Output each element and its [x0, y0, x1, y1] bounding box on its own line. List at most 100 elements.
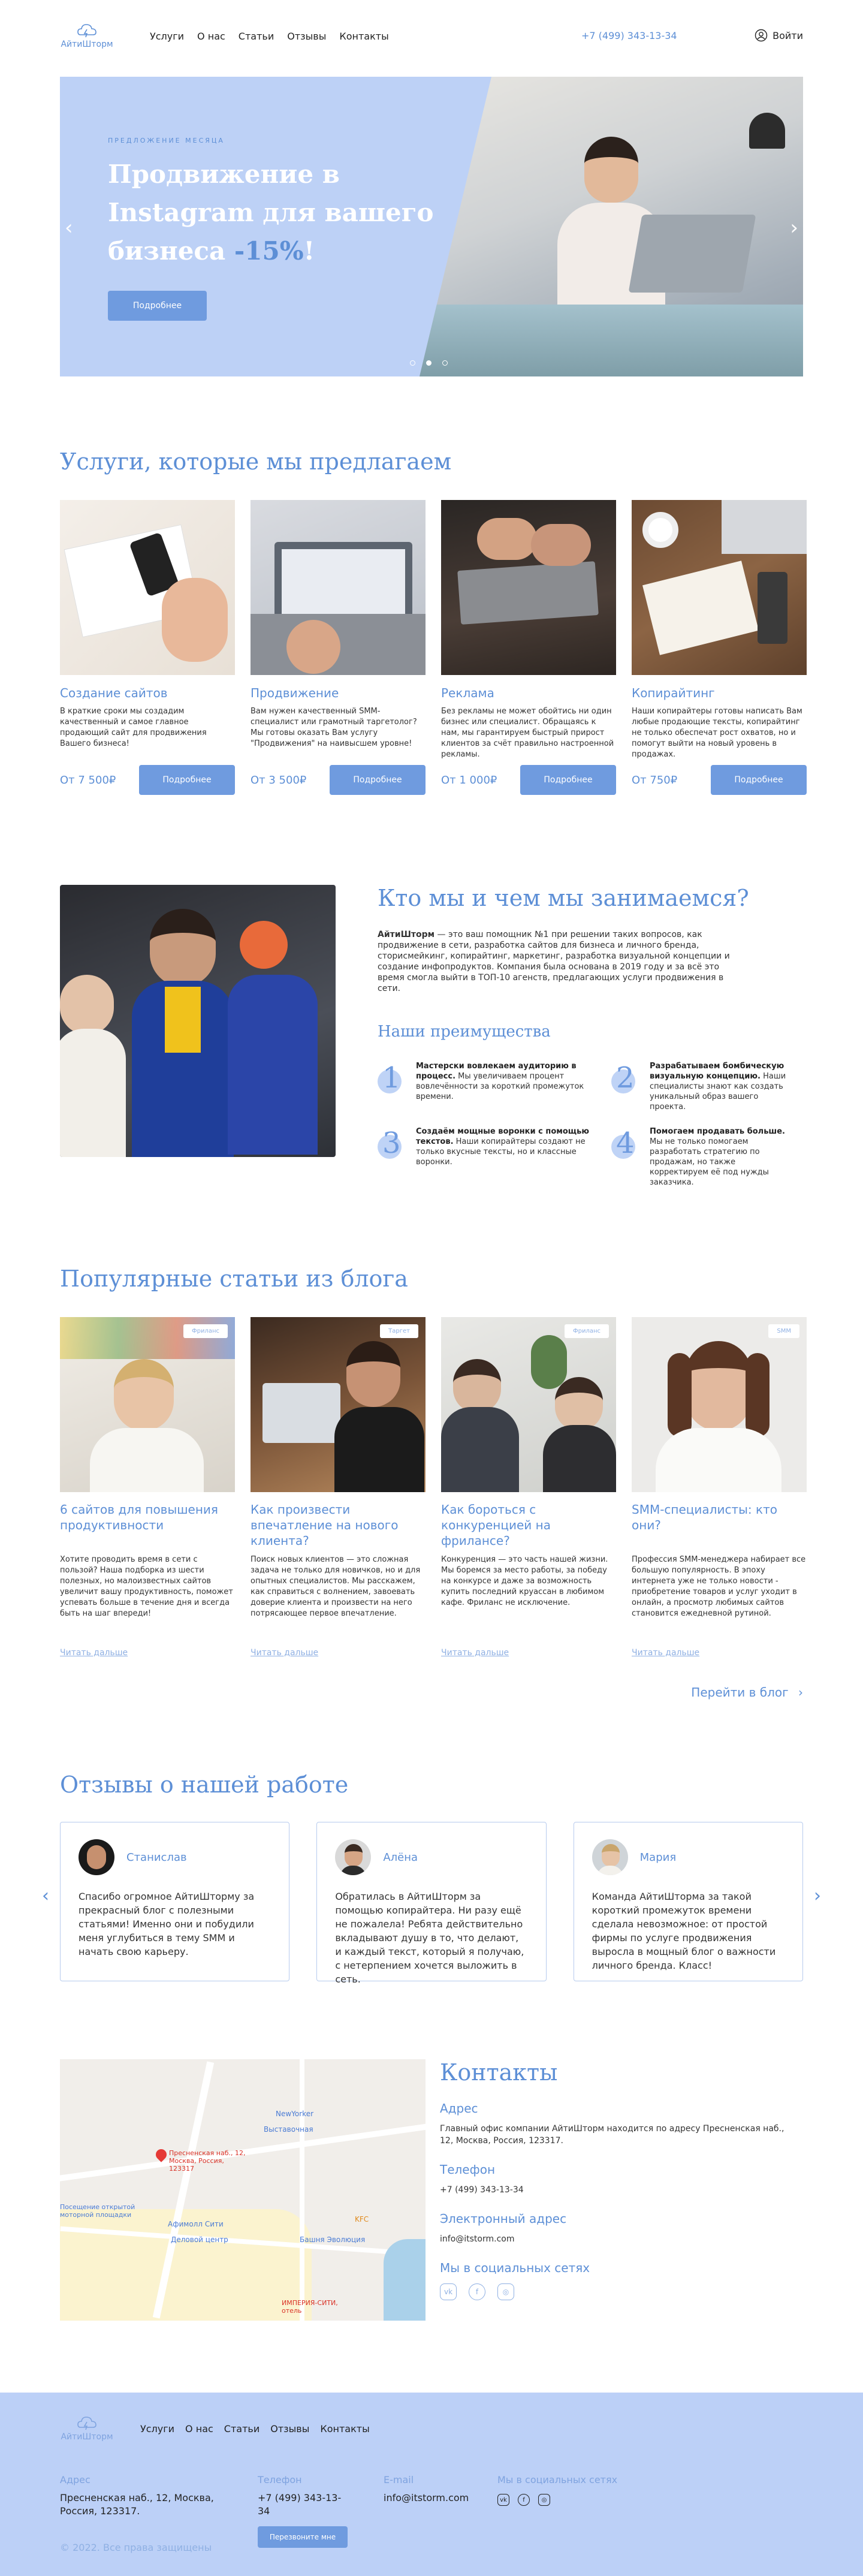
- service-more-button[interactable]: Подробнее: [330, 765, 426, 795]
- service-card: Копирайтинг Наши копирайтеры готовы напи…: [632, 500, 807, 795]
- email-value[interactable]: info@itstorm.com: [440, 2233, 799, 2245]
- footer-phone[interactable]: +7 (499) 343-13-34: [258, 2491, 348, 2518]
- map[interactable]: Пресненская наб., 12, Москва, Россия, 12…: [60, 2059, 426, 2321]
- review-text: Обратилась в АйтиШторм за помощью копира…: [335, 1891, 524, 1985]
- post-tag: Фриланс: [564, 1324, 609, 1338]
- review-name: Алёна: [383, 1851, 418, 1864]
- service-more-button[interactable]: Подробнее: [711, 765, 807, 795]
- footer-nav-about[interactable]: О нас: [185, 2423, 213, 2435]
- hero-banner: Предложение месяца Продвижение в Instagr…: [60, 77, 803, 376]
- review-card: Мария Команда АйтиШторма за такой коротк…: [573, 1822, 803, 1981]
- read-more-link[interactable]: Читать дальше: [60, 1648, 235, 1658]
- post-title[interactable]: 6 сайтов для повышения продуктивности: [60, 1502, 235, 1548]
- about-image: [60, 885, 336, 1157]
- hero-prev-icon[interactable]: ‹: [65, 216, 73, 240]
- service-image: [60, 500, 235, 675]
- footer-address-heading: Адрес: [60, 2474, 90, 2485]
- hero-discount: -15%: [234, 236, 304, 266]
- service-card: Создание сайтов В краткие сроки мы созда…: [60, 500, 235, 795]
- footer-address: Пресненская наб., 12, Москва, Россия, 12…: [60, 2492, 214, 2517]
- nav-services[interactable]: Услуги: [150, 31, 184, 42]
- service-image: [632, 500, 807, 675]
- service-more-button[interactable]: Подробнее: [520, 765, 616, 795]
- nav-about[interactable]: О нас: [197, 31, 225, 42]
- blog-post[interactable]: Фриланс Как бороться с конкуренцией на ф…: [441, 1317, 616, 1658]
- reviews-title: Отзывы о нашей работе: [60, 1771, 349, 1798]
- service-title: Создание сайтов: [60, 686, 168, 700]
- advantage-item: 2 Разрабатываем бомбическую визуальную к…: [611, 1061, 791, 1112]
- review-card: Алёна Обратилась в АйтиШторм за помощью …: [316, 1822, 547, 1985]
- facebook-icon[interactable]: f: [518, 2494, 530, 2506]
- footer-social-heading: Мы в социальных сетях: [497, 2474, 618, 2485]
- hero-dot-3[interactable]: [442, 360, 448, 366]
- service-title: Копирайтинг: [632, 686, 715, 700]
- blog-title: Популярные статьи из блога: [60, 1266, 408, 1292]
- footer-nav-services[interactable]: Услуги: [140, 2423, 174, 2435]
- hero-image: [420, 77, 803, 376]
- blog-section: Популярные статьи из блога Фриланс 6 сай…: [0, 1188, 863, 1700]
- footer-nav-articles[interactable]: Статьи: [224, 2423, 259, 2435]
- service-image: [441, 500, 616, 675]
- hero-kicker: Предложение месяца: [108, 137, 225, 144]
- service-title: Продвижение: [251, 686, 339, 700]
- social-links: vk f ◎: [440, 2283, 799, 2300]
- read-more-link[interactable]: Читать дальше: [251, 1648, 426, 1658]
- reviews-section: Отзывы о нашей работе ‹ › Станислав Спас…: [0, 1700, 863, 1985]
- nav-reviews[interactable]: Отзывы: [287, 31, 326, 42]
- review-name: Мария: [639, 1851, 677, 1864]
- facebook-icon[interactable]: f: [469, 2283, 485, 2300]
- callback-button[interactable]: Перезвоните мне: [258, 2526, 348, 2548]
- main-nav: Услуги О нас Статьи Отзывы Контакты: [150, 31, 389, 42]
- service-text: Наши копирайтеры готовы написать Вам люб…: [632, 707, 802, 759]
- footer-email-heading: E-mail: [384, 2474, 414, 2485]
- logo-icon: [77, 24, 96, 38]
- service-text: В краткие сроки мы создадим качественный…: [60, 707, 207, 748]
- hero-dot-1[interactable]: [410, 360, 415, 366]
- hero-more-button[interactable]: Подробнее: [108, 291, 207, 321]
- read-more-link[interactable]: Читать дальше: [632, 1648, 807, 1658]
- footer-logo[interactable]: АйтиШторм: [60, 2415, 114, 2442]
- service-card: Реклама Без рекламы не может обойтись ни…: [441, 500, 616, 795]
- footer-nav-contacts[interactable]: Контакты: [320, 2423, 369, 2435]
- login-button[interactable]: Войти: [755, 29, 803, 42]
- vk-icon[interactable]: vk: [497, 2494, 509, 2506]
- review-card: Станислав Спасибо огромное АйтиШторму за…: [60, 1822, 290, 1981]
- map-label: Афимолл Сити: [168, 2220, 224, 2228]
- contacts-title: Контакты: [440, 2059, 558, 2086]
- about-text: АйтиШторм — это ваш помощник №1 при реше…: [378, 930, 730, 993]
- review-text: Спасибо огромное АйтиШторму за прекрасны…: [79, 1891, 255, 1957]
- instagram-icon[interactable]: ◎: [538, 2494, 550, 2506]
- post-title[interactable]: SMM-специалисты: кто они?: [632, 1502, 807, 1548]
- footer-email[interactable]: info@itstorm.com: [384, 2491, 469, 2505]
- logo-text: АйтиШторм: [61, 40, 113, 49]
- blog-post[interactable]: Фриланс 6 сайтов для повышения продуктив…: [60, 1317, 235, 1658]
- header-phone[interactable]: +7 (499) 343-13-34: [581, 30, 677, 41]
- instagram-icon[interactable]: ◎: [497, 2283, 514, 2300]
- reviews-prev-icon[interactable]: ‹: [42, 1885, 49, 1906]
- vk-icon[interactable]: vk: [440, 2283, 457, 2300]
- blog-post[interactable]: Таргет Как произвести впечатление на нов…: [251, 1317, 426, 1658]
- read-more-link[interactable]: Читать дальше: [441, 1648, 616, 1658]
- reviews-next-icon[interactable]: ›: [814, 1885, 821, 1906]
- post-title[interactable]: Как бороться с конкуренцией на фрилансе?: [441, 1502, 616, 1548]
- hero-pagination: [410, 360, 448, 366]
- map-label: KFC: [355, 2215, 369, 2224]
- hero-next-icon[interactable]: ›: [790, 216, 798, 240]
- logo[interactable]: АйтиШторм: [60, 23, 114, 49]
- service-title: Реклама: [441, 686, 494, 700]
- map-label: Деловой центр: [171, 2235, 228, 2244]
- advantage-item: 3 Создаём мощные воронки с помощью текст…: [378, 1126, 593, 1188]
- service-more-button[interactable]: Подробнее: [139, 765, 235, 795]
- post-tag: SMM: [768, 1324, 799, 1338]
- hero-dot-2[interactable]: [426, 360, 432, 366]
- services-section: Услуги, которые мы предлагаем Создание с…: [0, 376, 863, 795]
- post-title[interactable]: Как произвести впечатление на нового кли…: [251, 1502, 426, 1548]
- logo-icon: [77, 2417, 96, 2430]
- go-to-blog-link[interactable]: Перейти в блог ›: [60, 1685, 803, 1700]
- nav-contacts[interactable]: Контакты: [339, 31, 388, 42]
- map-label: ИМПЕРИЯ-СИТИ, отель: [282, 2299, 338, 2315]
- blog-post[interactable]: SMM SMM-специалисты: кто они? Профессия …: [632, 1317, 807, 1658]
- nav-articles[interactable]: Статьи: [239, 31, 274, 42]
- footer-nav-reviews[interactable]: Отзывы: [270, 2423, 309, 2435]
- phone-value[interactable]: +7 (499) 343-13-34: [440, 2184, 799, 2196]
